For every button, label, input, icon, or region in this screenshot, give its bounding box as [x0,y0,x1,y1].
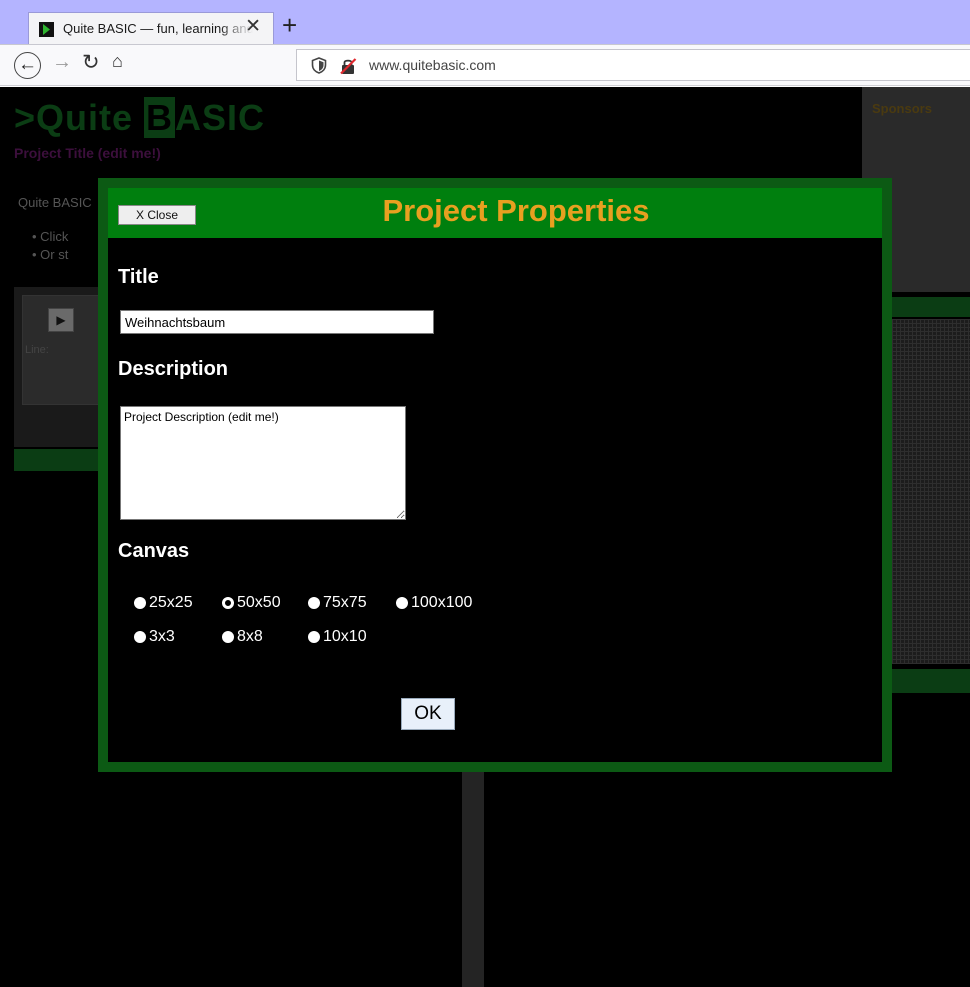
description-textarea[interactable]: Project Description (edit me!) [120,406,406,520]
title-section-label: Title [118,266,159,288]
browser-tab[interactable]: Quite BASIC — fun, learning and programm… [28,12,274,44]
radio-label: 10x10 [323,628,367,645]
radio-icon[interactable] [308,597,320,609]
canvas-option-50x50[interactable]: 50x50 [222,594,281,612]
canvas-option-10x10[interactable]: 10x10 [308,628,367,646]
project-title-link[interactable]: Project Title (edit me!) [14,145,161,161]
radio-label: 75x75 [323,594,367,611]
radio-label: 50x50 [237,594,281,611]
description-section-label: Description [118,358,229,380]
logo-b: B [144,97,176,138]
new-tab-button[interactable]: + [282,12,297,38]
site-logo: >Quite BASIC [14,97,265,139]
sponsors-label: Sponsors [872,101,932,116]
canvas-option-25x25[interactable]: 25x25 [134,594,193,612]
canvas-option-8x8[interactable]: 8x8 [222,628,263,646]
url-text[interactable]: www.quitebasic.com [369,57,496,73]
browser-tab-bar: Quite BASIC — fun, learning and programm… [0,0,970,44]
panel-divider[interactable] [462,767,484,987]
line-label: Line: [25,344,49,356]
play-icon[interactable]: ▶ [48,308,74,332]
project-properties-dialog: X Close Project Properties Title Descrip… [98,178,892,772]
quitebasic-favicon-icon [39,22,54,37]
radio-icon[interactable] [308,631,320,643]
radio-icon[interactable] [134,631,146,643]
radio-label: 25x25 [149,594,193,611]
ok-button[interactable]: OK [401,698,455,730]
tracking-shield-icon[interactable] [311,57,327,74]
canvas-option-100x100[interactable]: 100x100 [396,594,472,612]
dialog-header: X Close Project Properties [108,188,882,238]
title-input[interactable] [120,310,434,334]
radio-icon[interactable] [396,597,408,609]
dialog-title: Project Properties [382,193,650,228]
canvas-header [890,297,970,317]
tab-title: Quite BASIC — fun, learning and programm… [63,21,253,36]
radio-icon[interactable] [222,631,234,643]
radio-label: 3x3 [149,628,175,645]
radio-selected-icon[interactable] [222,597,234,609]
run-controls: ▶ Line: [22,295,106,405]
home-icon[interactable]: ⌂ [112,51,123,72]
logo-prefix: >Quite [14,97,145,138]
address-bar[interactable]: www.quitebasic.com [296,49,970,81]
radio-icon[interactable] [134,597,146,609]
bullet-text: Click [40,229,69,244]
bullet-item: • Click [32,229,69,244]
browser-nav-bar: ← → ↻ ⌂ www.quitebasic.com [0,44,970,86]
radio-label: 8x8 [237,628,263,645]
reload-button[interactable]: ↻ [82,50,100,75]
logo-rest: ASIC [175,97,266,138]
radio-label: 100x100 [411,594,473,611]
canvas-option-3x3[interactable]: 3x3 [134,628,175,646]
output-canvas [892,319,970,664]
back-button[interactable]: ← [14,52,41,79]
canvas-footer [890,669,970,693]
bullet-text: Or st [40,247,69,262]
canvas-option-75x75[interactable]: 75x75 [308,594,367,612]
forward-button[interactable]: → [52,51,72,74]
tab-close-icon[interactable]: ✕ [245,17,261,37]
intro-text: Quite BASIC [18,195,92,210]
bullet-item: • Or st [32,247,69,262]
canvas-section-label: Canvas [118,540,190,562]
insecure-lock-icon[interactable] [339,57,357,75]
